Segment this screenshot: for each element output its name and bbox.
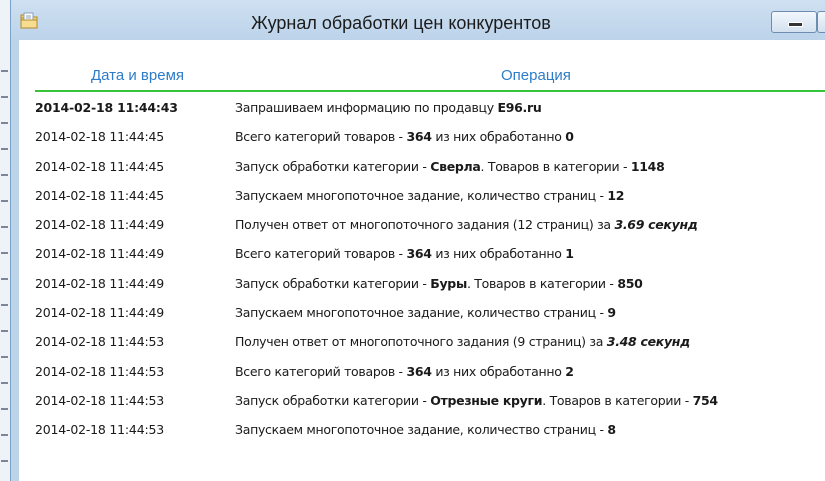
log-row[interactable]: 2014-02-18 11:44:45 Запускаем многопоточн… — [19, 186, 825, 215]
log-duration: 3.48 секунд — [606, 334, 690, 350]
log-row[interactable]: 2014-02-18 11:44:45 Запуск обработки кате… — [19, 157, 825, 186]
log-row[interactable]: 2014-02-18 11:44:53 Запускаем многопоточн… — [19, 420, 825, 449]
log-operation: Запрашиваем информацию по продавцу E96.r… — [235, 100, 542, 115]
log-text: из них обработанно — [431, 363, 566, 379]
log-text: Запускаем многопоточное задание, количес… — [235, 305, 608, 321]
log-value: 1148 — [630, 158, 665, 174]
log-list: 2014-02-18 11:44:43 Запрашиваем информаци… — [19, 98, 825, 450]
header-divider — [35, 90, 825, 92]
log-datetime: 2014-02-18 11:44:43 — [35, 100, 178, 115]
log-value: Сверла — [430, 158, 481, 174]
log-row[interactable]: 2014-02-18 11:44:53 Всего категорий товар… — [19, 362, 825, 391]
log-datetime: 2014-02-18 11:44:53 — [35, 422, 164, 438]
log-value: 364 — [406, 363, 432, 379]
log-text: Запуск обработки категории - — [235, 158, 431, 174]
log-text: . Товаров в категории - — [480, 158, 631, 174]
minimize-icon — [788, 22, 803, 27]
log-row[interactable]: 2014-02-18 11:44:43 Запрашиваем информаци… — [19, 98, 825, 127]
log-text: Всего категорий товаров - — [235, 246, 407, 262]
log-operation: Всего категорий товаров - 364 из них обр… — [235, 246, 574, 261]
title-bar[interactable]: Журнал обработки цен конкурентов — [11, 0, 825, 40]
log-operation: Получен ответ от многопоточного задания … — [235, 217, 698, 232]
log-row[interactable]: 2014-02-18 11:44:49 Получен ответ от мног… — [19, 215, 825, 244]
log-datetime: 2014-02-18 11:44:45 — [35, 187, 164, 203]
log-value: 12 — [607, 187, 625, 203]
log-datetime: 2014-02-18 11:44:45 — [35, 129, 164, 145]
log-text: Всего категорий товаров - — [235, 129, 407, 145]
log-value: 0 — [565, 129, 574, 145]
log-operation: Всего категорий товаров - 364 из них обр… — [235, 129, 574, 144]
log-text: Получен ответ от многопоточного задания … — [235, 334, 607, 350]
log-value: 364 — [406, 246, 432, 262]
log-operation: Запускаем многопоточное задание, количес… — [235, 422, 616, 437]
log-row[interactable]: 2014-02-18 11:44:49 Запуск обработки кате… — [19, 274, 825, 303]
log-text: из них обработанно — [431, 129, 566, 145]
log-operation: Запуск обработки категории - Буры. Товар… — [235, 276, 643, 291]
log-datetime: 2014-02-18 11:44:53 — [35, 334, 164, 350]
log-text: Всего категорий товаров - — [235, 363, 407, 379]
log-row[interactable]: 2014-02-18 11:44:49 Запускаем многопоточн… — [19, 303, 825, 332]
log-text: . Товаров в категории - — [542, 392, 693, 408]
window-title: Журнал обработки цен конкурентов — [251, 13, 551, 33]
log-text: Запрашиваем информацию по продавцу — [235, 100, 498, 115]
log-row[interactable]: 2014-02-18 11:44:53 Получен ответ от мног… — [19, 332, 825, 361]
log-operation: Запуск обработки категории - Отрезные кр… — [235, 393, 718, 408]
log-row[interactable]: 2014-02-18 11:44:53 Запуск обработки кате… — [19, 391, 825, 420]
log-datetime: 2014-02-18 11:44:53 — [35, 392, 164, 408]
log-operation: Получен ответ от многопоточного задания … — [235, 334, 690, 349]
log-panel: Дата и время Операция 2014-02-18 11:44:4… — [19, 40, 825, 481]
log-value: 850 — [617, 275, 643, 291]
log-datetime: 2014-02-18 11:44:49 — [35, 246, 164, 262]
log-datetime: 2014-02-18 11:44:49 — [35, 275, 164, 291]
minimize-button[interactable] — [771, 11, 817, 33]
log-row[interactable]: 2014-02-18 11:44:49 Всего категорий товар… — [19, 244, 825, 273]
column-header-date[interactable]: Дата и время — [91, 67, 184, 84]
log-datetime: 2014-02-18 11:44:53 — [35, 363, 164, 379]
log-text: Запуск обработки категории - — [235, 392, 431, 408]
log-value: 1 — [565, 246, 574, 262]
log-value: Буры — [430, 275, 467, 291]
log-operation: Запускаем многопоточное задание, количес… — [235, 188, 624, 203]
log-datetime: 2014-02-18 11:44:49 — [35, 217, 164, 233]
log-operation: Запускаем многопоточное задание, количес… — [235, 305, 616, 320]
log-text: Получен ответ от многопоточного задания … — [235, 217, 615, 233]
log-value: 754 — [692, 392, 719, 408]
log-text: Запуск обработки категории - — [235, 275, 431, 291]
log-value: 8 — [607, 422, 616, 438]
log-row[interactable]: 2014-02-18 11:44:45 Всего категорий товар… — [19, 127, 825, 156]
log-operation: Всего категорий товаров - 364 из них обр… — [235, 364, 574, 379]
log-text: Запускаем многопоточное задание, количес… — [235, 187, 608, 203]
log-datetime: 2014-02-18 11:44:45 — [35, 158, 164, 174]
log-operation: Запуск обработки категории - Сверла. Тов… — [235, 158, 665, 174]
log-text: . Товаров в категории - — [466, 275, 618, 291]
log-value: 9 — [607, 305, 616, 321]
log-value: Отрезные круги — [430, 392, 543, 408]
log-text: из них обработанно — [431, 246, 566, 262]
log-value: E96.ru — [497, 100, 542, 115]
log-value: 364 — [406, 129, 432, 145]
column-header-operation[interactable]: Операция — [501, 67, 571, 84]
log-duration: 3.69 секунд — [614, 217, 698, 233]
log-text: Запускаем многопоточное задание, количес… — [235, 422, 608, 438]
maximize-button[interactable] — [817, 11, 825, 33]
log-datetime: 2014-02-18 11:44:49 — [35, 305, 164, 321]
log-window: Журнал обработки цен конкурентов Дата и … — [10, 0, 825, 481]
log-value: 2 — [565, 363, 574, 379]
